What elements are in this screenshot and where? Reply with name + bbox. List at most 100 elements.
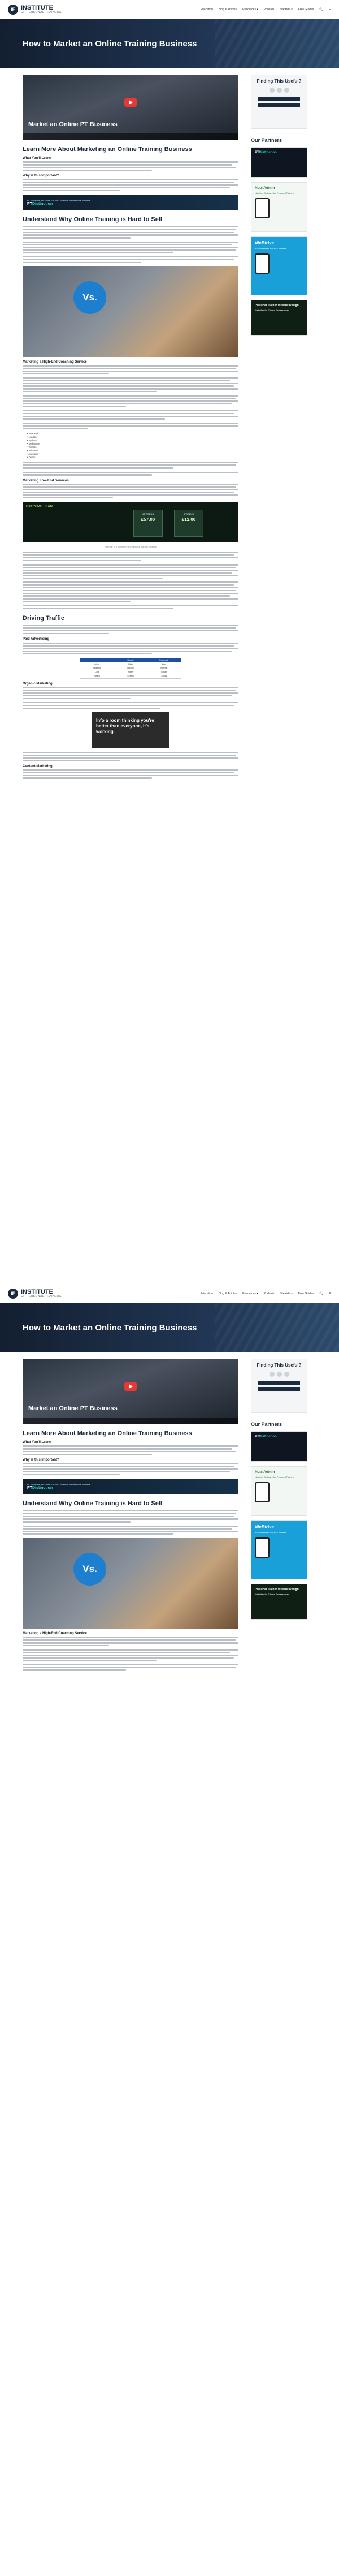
subheading-high-end: Marketing a High-End Coaching Service	[23, 1632, 87, 1636]
search-icon[interactable]: 🔍	[319, 1292, 323, 1295]
nav-item-sitewide[interactable]: Sitewide ▾	[280, 8, 293, 11]
site-logo[interactable]: IF INSTITUTE OF PERSONAL TRAINERS	[8, 4, 62, 15]
partner-ad-website-design[interactable]: Personal Trainer Website Design Websites…	[251, 1584, 307, 1620]
ad-subtitle: Websites for Fitness Professionals	[255, 1593, 290, 1596]
video-title: Market an Online PT Business	[28, 121, 118, 128]
logo-subtitle: OF PERSONAL TRAINERS	[21, 1294, 62, 1298]
search-icon[interactable]: 🔍	[319, 8, 323, 11]
nav-item-podcast[interactable]: Podcast	[264, 1292, 274, 1295]
pricing-card: 6 WEEKS £12.00	[174, 510, 203, 537]
paragraph-block	[23, 624, 238, 635]
nav-item-podcast[interactable]: Podcast	[264, 8, 274, 11]
subscribe-button[interactable]	[258, 1381, 300, 1385]
ad-subtitle: Accountability App for Coaches	[255, 247, 286, 250]
heading-understand: Understand Why Online Training is Hard t…	[23, 216, 162, 223]
subscribe-button[interactable]	[258, 97, 300, 101]
nav-item-education[interactable]: Education	[201, 1292, 213, 1295]
share-title: Finding This Useful?	[257, 79, 302, 84]
linkedin-icon[interactable]	[284, 88, 289, 93]
pricing-card-price: £57.00	[141, 517, 155, 523]
share-widget: Finding This Useful?	[251, 1359, 307, 1413]
phone-icon	[255, 253, 270, 274]
subheading-content: Content Marketing	[23, 764, 53, 768]
partner-ad-nutriadmin[interactable]: NutriAdmin Nutrition Software for Person…	[251, 1466, 307, 1516]
video-player[interactable]: Market an Online PT Business	[23, 1359, 238, 1424]
nav-item-free-guides[interactable]: Free Guides	[298, 1292, 314, 1295]
paragraph-block	[23, 1510, 238, 1523]
ad-title: Personal Trainer Website Design	[255, 304, 299, 307]
partner-ad-ptdistinction[interactable]: PTDistinction	[251, 1431, 307, 1462]
ad-title-highlight: Distinction	[259, 1435, 277, 1438]
subheading-organic: Organic Marketing	[23, 682, 53, 686]
twitter-icon[interactable]	[276, 88, 282, 93]
ad-subtitle: Nutrition Software for Personal Trainers	[255, 192, 295, 195]
paragraph-block	[23, 581, 238, 602]
nav-item-resources[interactable]: Resources ▾	[242, 1292, 258, 1295]
table-row: Reach Search Social	[80, 674, 181, 679]
paragraph-block	[23, 410, 238, 420]
menu-icon[interactable]: ☰	[329, 1292, 331, 1295]
share-button[interactable]	[258, 1387, 300, 1391]
nav-item-free-guides[interactable]: Free Guides	[298, 8, 314, 11]
play-icon[interactable]	[124, 1381, 137, 1391]
play-icon[interactable]	[124, 97, 137, 107]
banner-logo-pt: PT	[27, 202, 32, 206]
logo-title: INSTITUTE	[21, 4, 53, 11]
partner-ad-westrive[interactable]: WeStrive Accountability App for Coaches	[251, 1520, 307, 1579]
video-player[interactable]: Market an Online PT Business	[23, 75, 238, 140]
pricing-card-price: £12.00	[181, 517, 196, 523]
partner-banner[interactable]: PT Solutions and Done-For-You Software f…	[23, 195, 238, 211]
video-controls[interactable]	[23, 1418, 238, 1424]
ad-title: PT	[255, 1435, 259, 1438]
partner-ad-website-design[interactable]: Personal Trainer Website Design Websites…	[251, 300, 307, 336]
nav-item-blog[interactable]: Blog & Articles	[219, 8, 237, 11]
nav-item-blog[interactable]: Blog & Articles	[219, 1292, 237, 1295]
ad-title: NutriAdmin	[255, 1470, 275, 1474]
ad-title: NutriAdmin	[255, 186, 275, 190]
city-list: • New York • London • Sydney • Melbourne…	[27, 432, 238, 459]
sidebar: Finding This Useful? Our Partners PTDist…	[251, 1359, 307, 1674]
linkedin-icon[interactable]	[284, 1372, 289, 1377]
paragraph-block	[23, 1664, 238, 1671]
ad-subtitle: Websites for Fitness Professionals	[255, 309, 290, 312]
site-logo[interactable]: IF INSTITUTE OF PERSONAL TRAINERS	[8, 1288, 62, 1299]
comparison-image: Vs.	[23, 266, 238, 357]
partners-heading: Our Partners	[251, 1421, 282, 1427]
partner-banner[interactable]: PT Solutions and Done-For-You Software f…	[23, 1479, 238, 1495]
main-menu: Education Blog & Articles Resources ▾ Po…	[201, 8, 331, 11]
facebook-icon[interactable]	[269, 1372, 275, 1377]
ad-title-highlight: Distinction	[259, 151, 277, 154]
logo-subtitle: OF PERSONAL TRAINERS	[21, 10, 62, 14]
share-button[interactable]	[258, 103, 300, 107]
ad-title: WeStrive	[255, 1524, 275, 1530]
menu-icon[interactable]: ☰	[329, 8, 331, 11]
pricing-card-name: 12 WEEKS	[142, 512, 154, 516]
twitter-icon[interactable]	[276, 1372, 282, 1377]
ad-subtitle: Nutrition Software for Personal Trainers	[255, 1476, 295, 1479]
page-title: How to Market an Online Training Busines…	[23, 1323, 197, 1333]
partner-ad-ptdistinction[interactable]: PTDistinction	[251, 147, 307, 178]
video-controls[interactable]	[23, 133, 238, 140]
nav-item-resources[interactable]: Resources ▾	[242, 8, 258, 11]
paragraph-block	[23, 552, 238, 562]
heading-learn-more: Learn More About Marketing an Online Tra…	[23, 1430, 192, 1437]
paragraph-block	[23, 752, 238, 761]
paragraph-block	[23, 377, 238, 393]
partner-ad-westrive[interactable]: WeStrive Accountability App for Coaches	[251, 236, 307, 295]
page-title: How to Market an Online Training Busines…	[23, 38, 197, 49]
subheading-high-end: Marketing a High-End Coaching Service	[23, 360, 87, 364]
banner-logo-pt: PT	[27, 1486, 32, 1491]
nav-item-education[interactable]: Education	[201, 8, 213, 11]
nav-item-sitewide[interactable]: Sitewide ▾	[280, 1292, 293, 1295]
facebook-icon[interactable]	[269, 88, 275, 93]
paragraph-block	[23, 161, 238, 171]
banner-logo: PTDistinction	[27, 1486, 90, 1490]
table-row: Intent High Low	[80, 662, 181, 667]
partner-ad-nutriadmin[interactable]: NutriAdmin Nutrition Software for Person…	[251, 182, 307, 232]
phone-icon	[255, 1482, 270, 1502]
content-wrapper: Market an Online PT Business Learn More …	[0, 68, 339, 782]
pricing-screenshot: EXTREME LEAN 12 WEEKS £57.00 6 WEEKS £12…	[23, 502, 238, 543]
paragraph-block	[23, 256, 238, 264]
content-wrapper: Market an Online PT Business Learn More …	[0, 1352, 339, 1674]
heading-understand: Understand Why Online Training is Hard t…	[23, 1500, 162, 1507]
